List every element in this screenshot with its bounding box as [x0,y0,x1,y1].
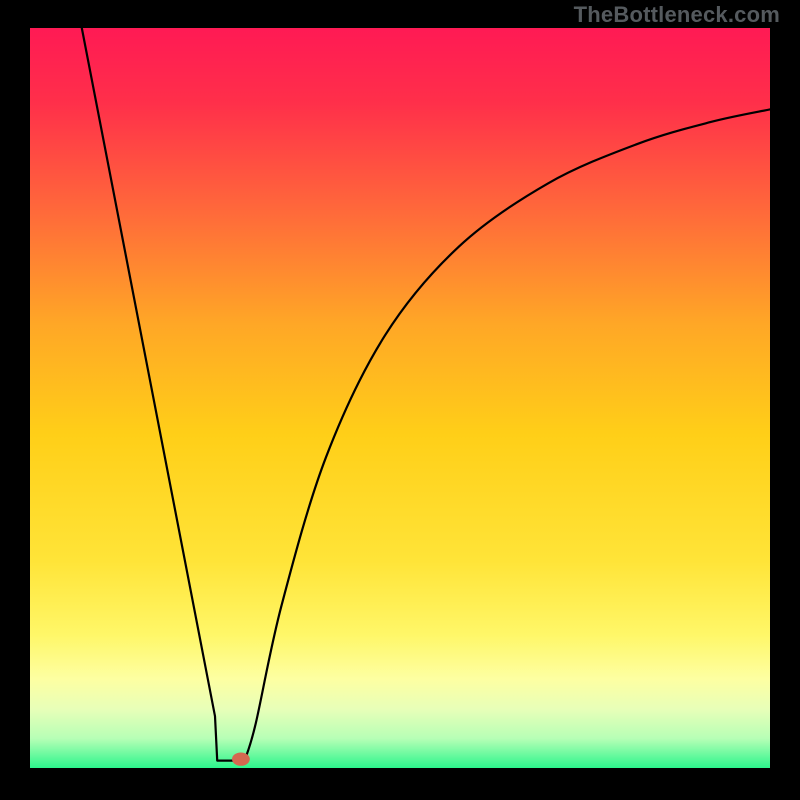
chart-svg [30,28,770,768]
chart-frame: TheBottleneck.com [0,0,800,800]
watermark-text: TheBottleneck.com [574,2,780,28]
optimum-marker [232,752,250,765]
gradient-background [30,28,770,768]
plot-area [30,28,770,768]
